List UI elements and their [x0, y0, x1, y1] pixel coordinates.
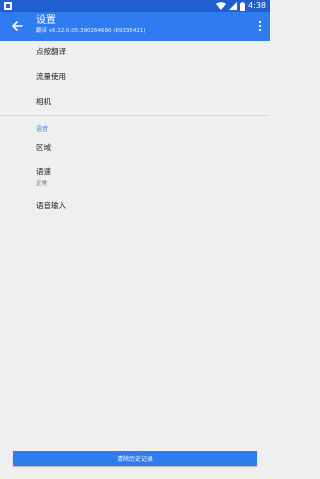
wifi-icon: [216, 2, 227, 10]
setting-region[interactable]: 区域: [36, 142, 51, 153]
setting-speech-rate[interactable]: 语速 正常: [36, 166, 51, 187]
notification-icon: [4, 2, 12, 10]
page-title: 设置: [36, 15, 56, 26]
section-title-voice: 语音: [36, 126, 49, 133]
setting-speech-rate-label: 语速: [36, 167, 51, 176]
setting-tap-to-translate[interactable]: 点按翻译: [36, 46, 66, 57]
section-divider: [0, 115, 270, 116]
status-time: 4:38: [248, 1, 266, 10]
app-version-subtitle: 翻译 v6.22.0.05.390264690 (69335421): [36, 28, 146, 34]
back-arrow-icon[interactable]: [10, 19, 24, 33]
app-bar: 设置 翻译 v6.22.0.05.390264690 (69335421): [0, 12, 270, 41]
setting-camera[interactable]: 相机: [36, 96, 51, 107]
setting-voice-input[interactable]: 语音输入: [36, 200, 66, 211]
battery-icon: [240, 1, 246, 11]
more-options-icon[interactable]: [258, 19, 262, 33]
status-icons: 4:38: [216, 0, 266, 12]
app-bar-titles: 设置 翻译 v6.22.0.05.390264690 (69335421): [36, 15, 146, 36]
clear-history-button[interactable]: 清除历史记录: [13, 451, 257, 466]
signal-icon: [229, 2, 238, 10]
setting-speech-rate-value: 正常: [36, 181, 48, 187]
setting-data-usage[interactable]: 流量使用: [36, 71, 66, 82]
status-bar: 4:38: [0, 0, 270, 12]
